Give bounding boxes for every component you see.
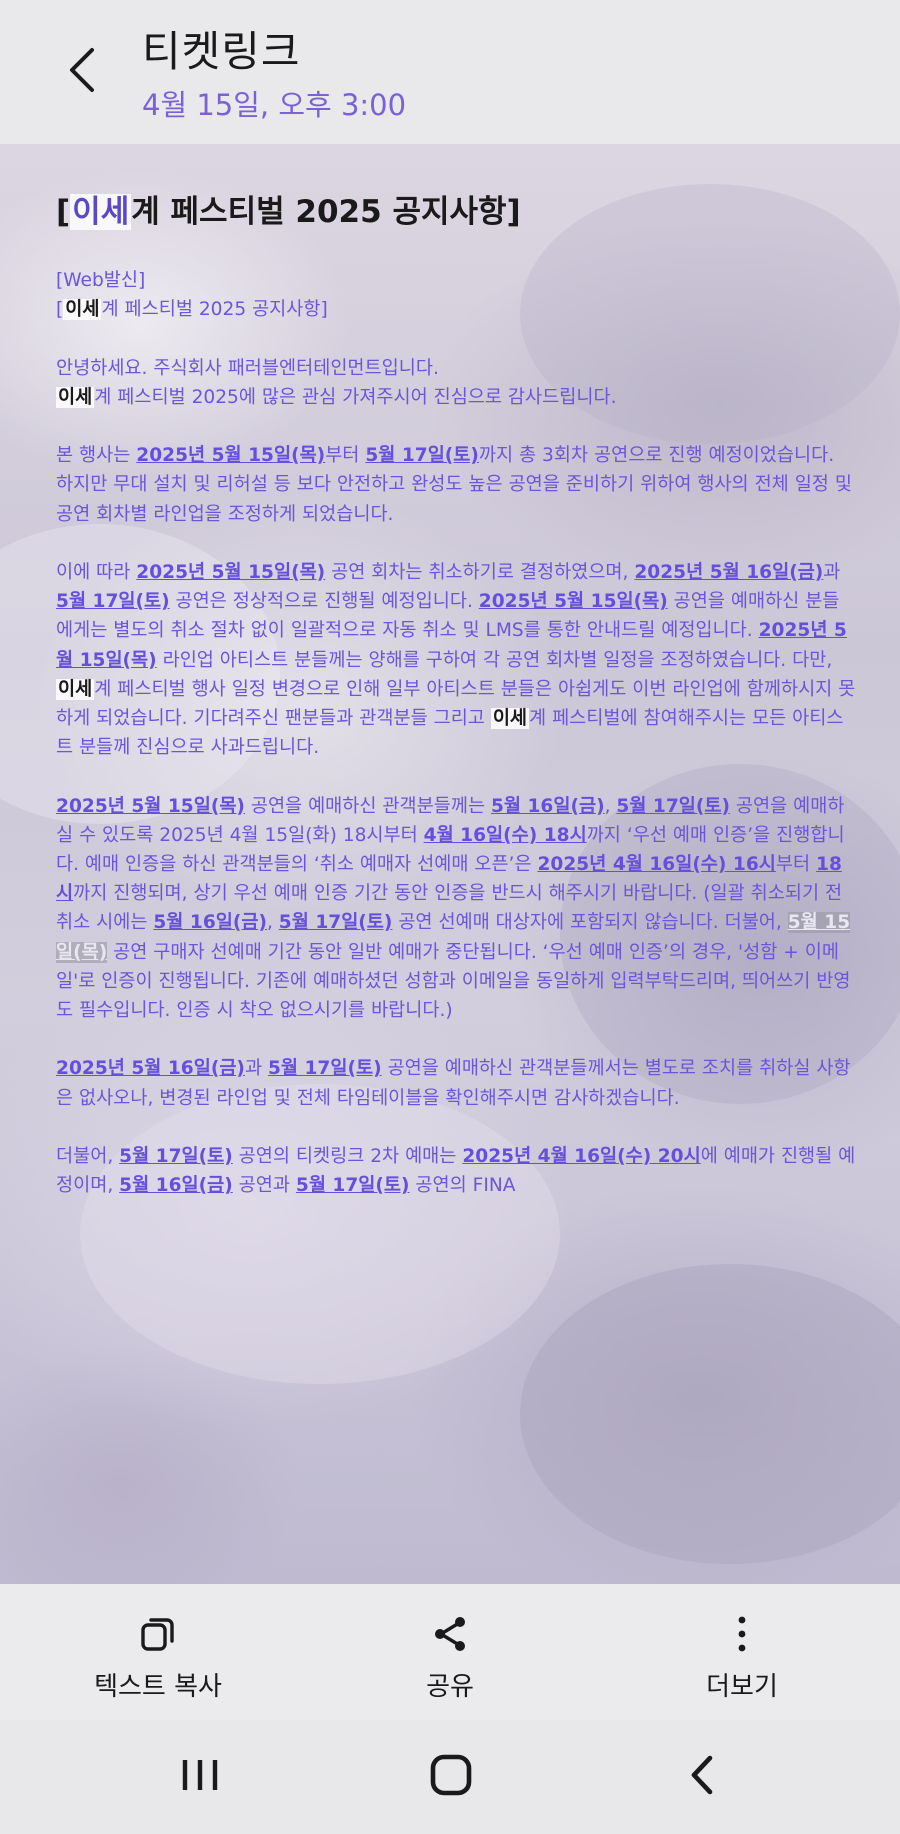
date-link[interactable]: 5월 16일(금) <box>119 1175 233 1196</box>
more-button[interactable]: 더보기 <box>592 1584 892 1720</box>
highlight-text: 이세 <box>490 708 530 729</box>
highlight-text: 이세 <box>56 386 95 408</box>
header: 티켓링크 4월 15일, 오후 3:00 <box>0 0 900 144</box>
date-link[interactable]: 5월 17일(토) <box>296 1175 410 1196</box>
date-link[interactable]: 5월 17일(토) <box>279 912 393 933</box>
message-content[interactable]: [이세계 페스티벌 2025 공지사항] [Web발신] [이세 계 페스티벌 2… <box>0 144 900 1584</box>
background-petal <box>520 1264 900 1564</box>
date-link[interactable]: 2025년 5월 15일(목) <box>136 562 325 583</box>
share-icon <box>435 1617 465 1651</box>
share-label: 공유 <box>426 1672 474 1702</box>
system-nav-bar <box>0 1720 900 1834</box>
date-link[interactable]: 5월 17일(토) <box>268 1058 382 1079</box>
more-vertical-icon <box>738 1616 746 1652</box>
message-body: [Web발신] [이세 계 페스티벌 2025 공지사항] 안녕하세요. 주식회사… <box>56 270 856 1197</box>
web-origin-label: [Web발신] <box>56 270 146 291</box>
message-title: [이세계 페스티벌 2025 공지사항] <box>56 194 521 230</box>
date-link[interactable]: 2025년 5월 15일(목) <box>479 591 668 612</box>
copy-text-button[interactable]: 텍스트 복사 <box>8 1584 308 1720</box>
more-label: 더보기 <box>706 1672 778 1702</box>
highlight-text: 이세 <box>56 678 95 700</box>
date-link[interactable]: 2025년 5월 15일(목) <box>136 445 325 466</box>
highlight-text: 이세 <box>63 299 102 321</box>
date-link[interactable]: 2025년 5월 15일(목) <box>56 796 245 817</box>
date-link[interactable]: 2025년 5월 16일(금) <box>634 562 823 583</box>
copy-text-label: 텍스트 복사 <box>94 1672 222 1702</box>
message-date: 4월 15일, 오후 3:00 <box>142 88 407 122</box>
page-title: 티켓링크 <box>142 27 301 76</box>
date-link[interactable]: 5월 17일(토) <box>119 1146 233 1167</box>
date-link[interactable]: 2025년 4월 16일(수) 20시 <box>462 1146 700 1167</box>
date-link[interactable]: 2025년 4월 16일(수) 16시 <box>537 854 775 875</box>
home-icon[interactable] <box>421 1750 481 1800</box>
action-bar: 텍스트 복사 공유 더보기 <box>0 1584 900 1720</box>
date-link[interactable]: 5월 16일(금) <box>153 912 267 933</box>
date-link[interactable]: 5월 17일(토) <box>56 591 170 612</box>
date-link[interactable]: 2025년 5월 16일(금) <box>56 1058 245 1079</box>
date-link[interactable]: 4월 16일(수) 18시 <box>424 825 587 846</box>
date-link[interactable]: 5월 16일(금) <box>491 796 605 817</box>
recents-icon[interactable] <box>170 1750 230 1800</box>
share-button[interactable]: 공유 <box>300 1584 600 1720</box>
nav-back-icon[interactable] <box>674 1750 734 1800</box>
date-link[interactable]: 5월 17일(토) <box>616 796 730 817</box>
date-link[interactable]: 5월 17일(토) <box>365 445 479 466</box>
copy-icon <box>141 1618 174 1651</box>
back-arrow-icon[interactable] <box>64 44 104 96</box>
